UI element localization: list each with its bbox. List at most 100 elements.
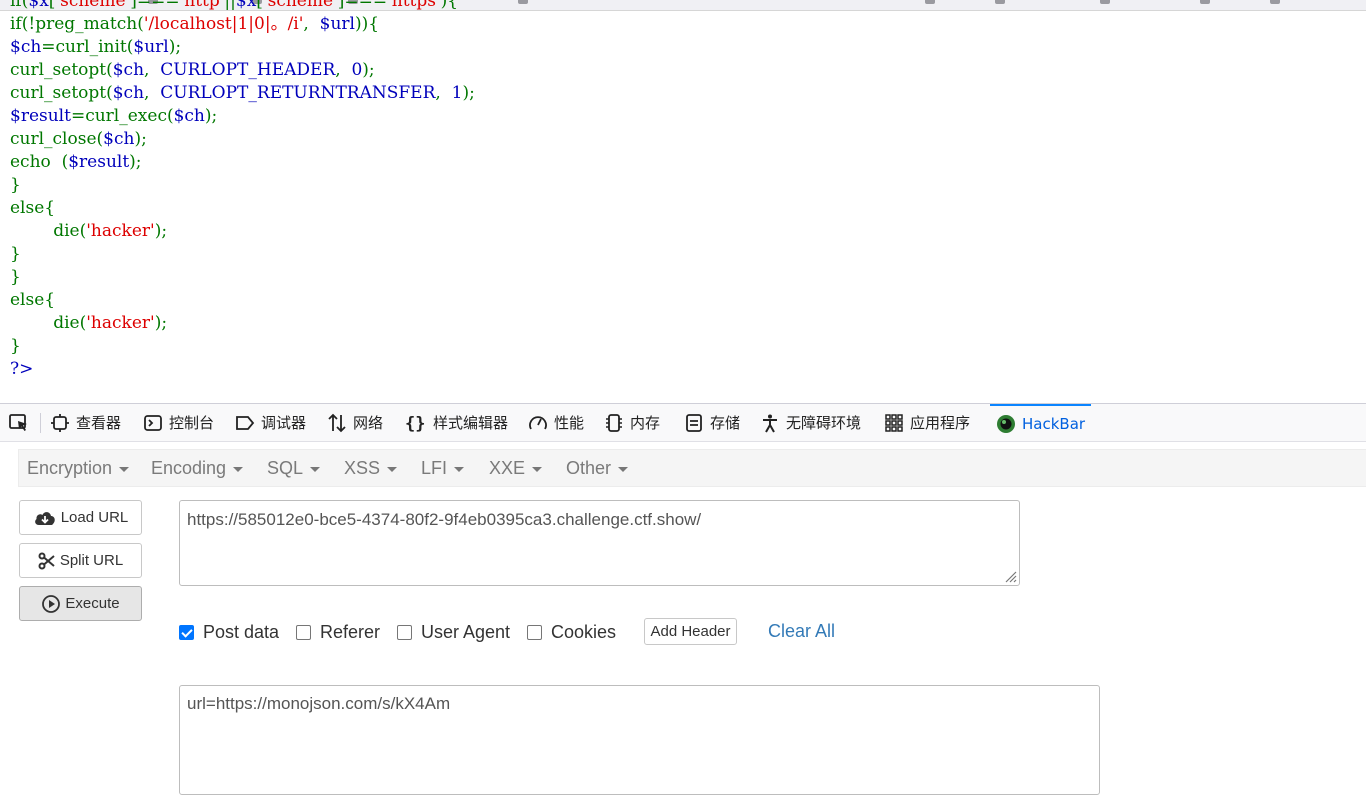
code-token: } bbox=[10, 336, 21, 356]
code-token: || bbox=[224, 0, 236, 11]
cookies-checkbox[interactable] bbox=[527, 624, 542, 640]
caret-down-icon bbox=[618, 466, 629, 472]
code-token: curl_setopt( bbox=[10, 60, 113, 80]
devtools-tab-内存[interactable]: 内存 bbox=[604, 404, 660, 441]
code-token: , bbox=[335, 60, 352, 80]
code-token: scheme bbox=[267, 0, 334, 11]
code-token: $url bbox=[133, 37, 169, 57]
code-token: ); bbox=[134, 129, 147, 149]
code-line: curl_setopt($ch, CURLOPT_RETURNTRANSFER,… bbox=[10, 82, 475, 105]
menu-encryption[interactable]: Encryption bbox=[27, 450, 130, 486]
user-agent-label: User Agent bbox=[421, 621, 511, 642]
code-token: =curl_exec( bbox=[70, 106, 174, 126]
svg-text:{}: {} bbox=[405, 414, 425, 433]
post-data-value: url=https://monojson.com/s/kX4Am bbox=[187, 694, 451, 713]
code-line: $result=curl_exec($ch); bbox=[10, 105, 475, 128]
post-data-label: Post data bbox=[203, 621, 280, 642]
code-token: )){ bbox=[354, 14, 380, 34]
code-token: else{ bbox=[10, 198, 56, 218]
php-source-code: if($x['scheme']==='http'||$x['scheme']==… bbox=[10, 0, 475, 381]
add-header-button[interactable]: Add Header bbox=[644, 618, 737, 645]
code-line: } bbox=[10, 243, 475, 266]
code-token: $result bbox=[10, 106, 71, 126]
code-line: curl_close($ch); bbox=[10, 128, 475, 151]
code-token: 'http' bbox=[179, 0, 225, 11]
devtools-tab-label: 调试器 bbox=[261, 414, 307, 432]
code-token: 1 bbox=[451, 83, 463, 103]
clear-all-link[interactable]: Clear All bbox=[768, 621, 835, 642]
resize-grip-icon[interactable] bbox=[1003, 569, 1017, 583]
code-token: if(!preg_match( bbox=[10, 14, 144, 34]
menu-other[interactable]: Other bbox=[566, 450, 629, 486]
devtools-tab-label: 控制台 bbox=[169, 414, 215, 432]
caret-down-icon bbox=[119, 466, 130, 472]
code-token: $x bbox=[28, 0, 49, 11]
code-token: ']=== bbox=[125, 0, 180, 11]
hackbar-icon bbox=[996, 414, 1022, 434]
code-token: [' bbox=[48, 0, 61, 11]
caret-down-icon bbox=[310, 466, 321, 472]
code-token: if( bbox=[10, 0, 29, 11]
devtools-tab-label: HackBar bbox=[1022, 414, 1086, 433]
devtools-tab-控制台[interactable]: 控制台 bbox=[143, 404, 214, 441]
toolbar-divider bbox=[40, 413, 41, 433]
execute-label: Execute bbox=[65, 595, 120, 612]
devtools-tab-网络[interactable]: 网络 bbox=[327, 404, 383, 441]
menu-encoding[interactable]: Encoding bbox=[151, 450, 244, 486]
load-url-button[interactable]: Load URL bbox=[19, 500, 142, 535]
code-token: 0 bbox=[351, 60, 363, 80]
cloud-download-icon bbox=[34, 511, 55, 525]
menu-sql[interactable]: SQL bbox=[267, 450, 321, 486]
code-token: CURLOPT_RETURNTRANSFER bbox=[160, 83, 436, 103]
code-token: , bbox=[435, 83, 452, 103]
post-data-option[interactable]: Post data bbox=[179, 621, 279, 643]
toolbar-icon[interactable] bbox=[925, 0, 935, 4]
code-token: $ch bbox=[112, 60, 145, 80]
menu-xss[interactable]: XSS bbox=[344, 450, 398, 486]
toolbar-icon[interactable] bbox=[1270, 0, 1280, 4]
devtools-tab-样式编辑器[interactable]: {} 样式编辑器 bbox=[405, 404, 508, 441]
code-token: 'hacker' bbox=[86, 313, 155, 333]
devtools-tab-hackbar[interactable]: HackBar bbox=[990, 404, 1092, 441]
toolbar-icon[interactable] bbox=[1200, 0, 1210, 4]
memory-icon bbox=[604, 413, 630, 433]
code-token: curl_setopt( bbox=[10, 83, 113, 103]
post-data-checkbox[interactable] bbox=[179, 624, 194, 640]
code-token: else{ bbox=[10, 290, 56, 310]
code-token: 'hacker' bbox=[86, 221, 155, 241]
devtools-tab-查看器[interactable]: 查看器 bbox=[50, 404, 121, 441]
toolbar-icon[interactable] bbox=[995, 0, 1005, 4]
element-picker-icon[interactable] bbox=[8, 412, 30, 434]
storage-icon bbox=[684, 413, 710, 433]
toolbar-icon[interactable] bbox=[518, 0, 528, 4]
toolbar-icon[interactable] bbox=[1100, 0, 1110, 4]
code-token: ); bbox=[154, 221, 168, 241]
split-url-button[interactable]: Split URL bbox=[19, 543, 142, 578]
devtools-tab-label: 内存 bbox=[630, 414, 661, 432]
referer-checkbox[interactable] bbox=[296, 624, 311, 640]
menu-label: Encryption bbox=[27, 457, 113, 478]
execute-button[interactable]: Execute bbox=[19, 586, 142, 621]
style-editor-icon: {} bbox=[405, 413, 433, 433]
hackbar-menu: Encryption Encoding SQL XSS LFI XXE Other bbox=[18, 449, 1366, 487]
menu-xxe[interactable]: XXE bbox=[489, 450, 543, 486]
devtools-tab-存储[interactable]: 存储 bbox=[684, 404, 740, 441]
user-agent-option[interactable]: User Agent bbox=[397, 621, 510, 643]
cookies-option[interactable]: Cookies bbox=[527, 621, 616, 643]
devtools-tab-无障碍环境[interactable]: 无障碍环境 bbox=[760, 404, 861, 441]
devtools-tab-label: 网络 bbox=[353, 414, 384, 432]
user-agent-checkbox[interactable] bbox=[397, 624, 412, 640]
code-line: } bbox=[10, 266, 475, 289]
devtools-tab-应用程序[interactable]: 应用程序 bbox=[884, 404, 970, 441]
menu-lfi[interactable]: LFI bbox=[421, 450, 465, 486]
code-token: ?> bbox=[10, 359, 34, 379]
code-token: ); bbox=[204, 106, 218, 126]
referer-option[interactable]: Referer bbox=[296, 621, 380, 643]
code-line: else{ bbox=[10, 289, 475, 312]
devtools-tab-label: 应用程序 bbox=[910, 414, 971, 432]
devtools-tab-调试器[interactable]: 调试器 bbox=[235, 404, 306, 441]
devtools-tab-性能[interactable]: 性能 bbox=[528, 404, 584, 441]
url-textarea[interactable]: https://585012e0-bce5-4374-80f2-9f4eb039… bbox=[179, 500, 1020, 586]
code-line: else{ bbox=[10, 197, 475, 220]
post-data-textarea[interactable]: url=https://monojson.com/s/kX4Am bbox=[179, 685, 1100, 795]
